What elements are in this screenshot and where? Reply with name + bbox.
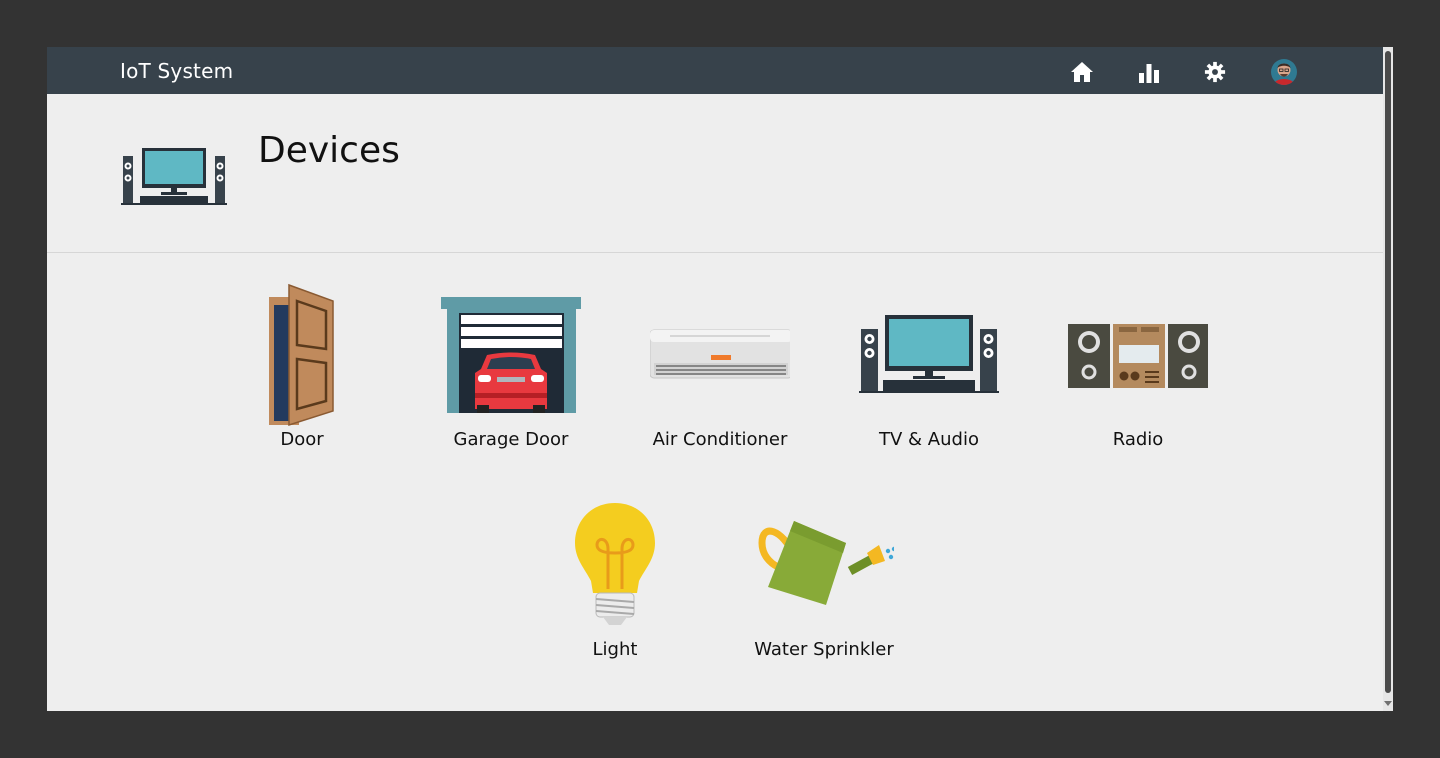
device-label: Water Sprinkler	[754, 639, 894, 660]
app-title[interactable]: IoT System	[120, 59, 233, 83]
device-label: Door	[280, 429, 324, 450]
radio-icon	[1068, 324, 1208, 388]
device-tile-radio[interactable]: Radio	[1038, 283, 1238, 473]
garage-door-icon	[441, 297, 581, 413]
device-tile-tv-audio[interactable]: TV & Audio	[829, 283, 1029, 473]
scrollbar-thumb[interactable]	[1385, 51, 1391, 693]
device-tile-door[interactable]: Door	[202, 283, 402, 473]
device-tile-garage-door[interactable]: Garage Door	[411, 283, 611, 473]
air-conditioner-icon	[650, 329, 790, 379]
device-tile-air-conditioner[interactable]: Air Conditioner	[620, 283, 820, 473]
page-title: Devices	[258, 130, 400, 171]
scroll-down-arrow-icon[interactable]	[1384, 701, 1392, 706]
door-icon	[269, 283, 334, 427]
app-window: IoT System Devices Door Garage Door Air …	[47, 47, 1393, 711]
bar-chart-icon[interactable]	[1138, 60, 1160, 84]
page-header: Devices	[47, 94, 1383, 253]
home-icon[interactable]	[1070, 60, 1094, 84]
avatar[interactable]	[1271, 59, 1297, 85]
device-label: Radio	[1112, 429, 1164, 450]
device-tile-light[interactable]: Light	[515, 493, 715, 683]
tv-audio-icon	[121, 148, 227, 205]
device-label: TV & Audio	[879, 429, 979, 450]
top-navbar: IoT System	[47, 47, 1393, 94]
scrollbar[interactable]	[1383, 47, 1393, 711]
device-label: Air Conditioner	[652, 429, 788, 450]
device-label: Garage Door	[453, 429, 569, 450]
device-tile-water-sprinkler[interactable]: Water Sprinkler	[724, 493, 924, 683]
device-label: Light	[592, 639, 638, 660]
tv-audio-icon	[859, 315, 999, 393]
gear-icon[interactable]	[1204, 60, 1226, 84]
watering-can-icon	[758, 521, 894, 605]
light-bulb-icon	[575, 503, 655, 625]
